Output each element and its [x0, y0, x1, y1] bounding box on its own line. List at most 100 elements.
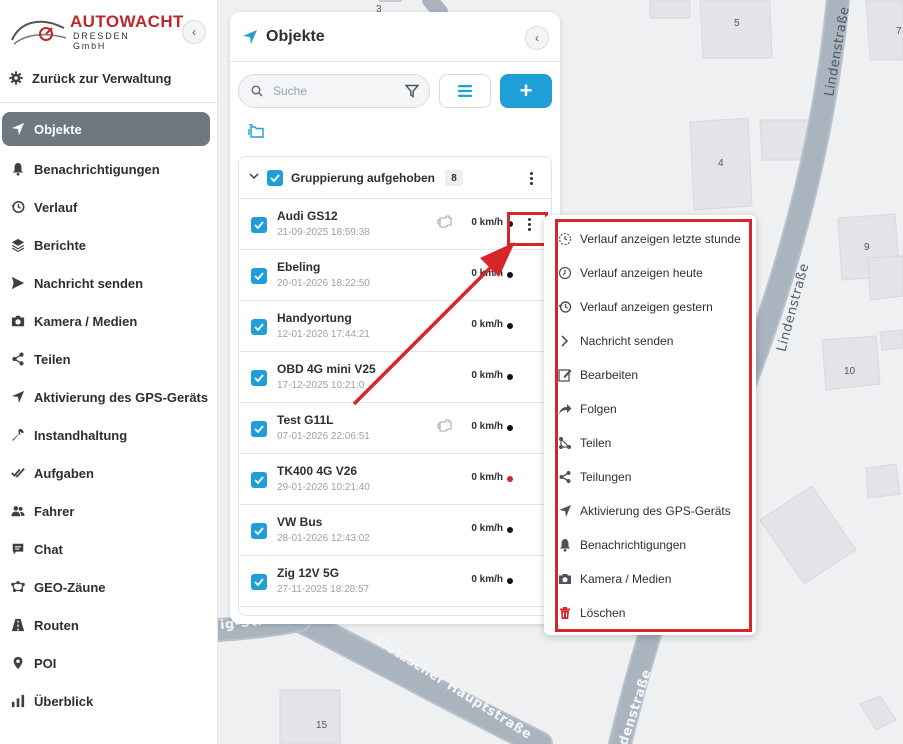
list-view-button[interactable] [439, 74, 491, 108]
sidebar-item-aufgaben[interactable]: Aufgaben [2, 454, 210, 492]
sidebar-item-routen[interactable]: Routen [2, 606, 210, 644]
sidebar-item-label: Instandhaltung [34, 427, 128, 443]
sidebar-item-label: Überblick [34, 693, 94, 709]
check-icon [254, 221, 264, 229]
add-object-button[interactable]: + [500, 74, 552, 108]
road-icon [10, 617, 26, 633]
check-icon [254, 527, 264, 535]
engine-icon [437, 215, 452, 228]
sidebar-item-label: Aufgaben [34, 465, 94, 481]
status-dot [507, 272, 513, 278]
sidebar-item-objekte[interactable]: Objekte [2, 112, 210, 146]
status-dot [507, 323, 513, 329]
group-checkbox[interactable] [267, 170, 283, 186]
sidebar-item-kamera-medien[interactable]: Kamera / Medien [2, 302, 210, 340]
sidebar-item-label: Aktivierung des GPS-Geräts [34, 389, 209, 405]
chevron-down-icon[interactable] [249, 172, 259, 180]
object-name: Test G11L [277, 413, 334, 427]
object-row[interactable]: Ebeling 20-01-2026 18:22:50 0 km/h [239, 250, 551, 301]
objects-panel: Objekte ‹ + Gruppierung aufgehoben 8 Aud… [230, 12, 560, 624]
object-row[interactable]: VW Bus 28-01-2026 12:43:02 0 km/h [239, 505, 551, 556]
logo-emblem-icon [11, 20, 67, 45]
object-speed: 0 km/h [471, 268, 503, 279]
object-checkbox[interactable] [251, 421, 267, 437]
object-checkbox[interactable] [251, 523, 267, 539]
logo-subtitle: DRESDEN GmbH [73, 31, 130, 51]
object-checkbox[interactable] [251, 370, 267, 386]
sidebar-item-poi[interactable]: POI [2, 644, 210, 682]
object-checkbox[interactable] [251, 217, 267, 233]
sidebar-item-label: Teilen [34, 351, 71, 367]
house-number: 15 [316, 720, 328, 731]
menu-lines-icon [458, 85, 472, 97]
group-header: Gruppierung aufgehoben 8 [239, 157, 551, 199]
object-row[interactable]: OBD 4G mini V25 17-12-2025 10:21:0 0 km/h [239, 352, 551, 403]
object-row[interactable]: Audi GS12 21-09-2025 18:59:38 0 km/h [239, 199, 551, 250]
chevron-left-icon: ‹ [535, 31, 539, 45]
object-row[interactable]: TK400 4G V26 29-01-2026 10:21:40 0 km/h [239, 454, 551, 505]
status-dot [507, 527, 513, 533]
back-to-admin-link[interactable]: Zurück zur Verwaltung [8, 64, 208, 92]
object-speed: 0 km/h [471, 421, 503, 432]
highlight-menu-box [555, 219, 752, 632]
object-checkbox[interactable] [251, 472, 267, 488]
gear-icon [8, 70, 24, 86]
check-icon [254, 374, 264, 382]
send-icon [10, 275, 26, 291]
filter-icon[interactable] [405, 84, 419, 98]
navigation-arrow-icon [243, 30, 257, 44]
group-count-badge: 8 [445, 170, 463, 186]
pin-icon [10, 655, 26, 671]
object-name: Handyortung [277, 311, 352, 325]
object-row[interactable]: Zig 12V 5G 27-11-2025 18:28:57 0 km/h [239, 556, 551, 607]
sidebar-item-gps-aktivierung[interactable]: Aktivierung des GPS-Geräts [2, 378, 210, 416]
house-number: 7 [896, 26, 902, 37]
object-row[interactable]: Test G11L 07-01-2026 22:06:51 0 km/h [239, 403, 551, 454]
sidebar-item-label: Berichte [34, 237, 87, 253]
object-checkbox[interactable] [251, 574, 267, 590]
back-link-label: Zurück zur Verwaltung [32, 70, 172, 86]
object-name: Zig 12V 5G [277, 566, 340, 580]
sidebar-item-nachricht-senden[interactable]: Nachricht senden [2, 264, 210, 302]
object-checkbox[interactable] [251, 268, 267, 284]
house-number: 9 [864, 242, 870, 253]
panel-divider [230, 61, 560, 62]
sidebar-item-benachrichtigungen[interactable]: Benachrichtigungen [2, 150, 210, 188]
sidebar-collapse-button[interactable]: ‹ [182, 20, 206, 44]
bar-chart-icon [10, 693, 26, 709]
search-icon [251, 85, 263, 97]
object-speed: 0 km/h [471, 472, 503, 483]
sidebar-item-chat[interactable]: Chat [2, 530, 210, 568]
search-input[interactable] [273, 84, 393, 98]
object-checkbox[interactable] [251, 319, 267, 335]
layers-icon [10, 237, 26, 253]
object-row[interactable]: Handyortung 12-01-2026 17:44:21 0 km/h [239, 301, 551, 352]
share-icon [10, 351, 26, 367]
sidebar-item-instandhaltung[interactable]: Instandhaltung [2, 416, 210, 454]
bell-icon [10, 161, 26, 177]
sidebar-item-teilen[interactable]: Teilen [2, 340, 210, 378]
panel-title: Objekte [242, 26, 325, 48]
group-more-icon[interactable] [523, 168, 539, 188]
object-speed: 0 km/h [471, 523, 503, 534]
object-timestamp: 27-11-2025 18:28:57 [277, 584, 370, 595]
object-timestamp: 21-09-2025 18:59:38 [277, 227, 370, 238]
sidebar-item-fahrer[interactable]: Fahrer [2, 492, 210, 530]
panel-collapse-button[interactable]: ‹ [525, 26, 549, 50]
object-speed: 0 km/h [471, 217, 503, 228]
sidebar-item-label: POI [34, 655, 57, 671]
object-timestamp: 28-01-2026 12:43:02 [277, 533, 370, 544]
navigation-arrow-icon [10, 121, 26, 137]
sidebar-item-ueberblick[interactable]: Überblick [2, 682, 210, 720]
check-icon [254, 323, 264, 331]
object-speed: 0 km/h [471, 319, 503, 330]
folders-icon[interactable] [248, 124, 264, 138]
object-name: OBD 4G mini V25 [277, 362, 376, 376]
sidebar-item-verlauf[interactable]: Verlauf [2, 188, 210, 226]
sidebar-item-label: Objekte [34, 121, 82, 137]
engine-icon [437, 419, 452, 432]
object-name: TK400 4G V26 [277, 464, 358, 478]
sidebar-item-geo-zaeune[interactable]: GEO-Zäune [2, 568, 210, 606]
sidebar-item-label: Nachricht senden [34, 275, 144, 291]
sidebar-item-berichte[interactable]: Berichte [2, 226, 210, 264]
